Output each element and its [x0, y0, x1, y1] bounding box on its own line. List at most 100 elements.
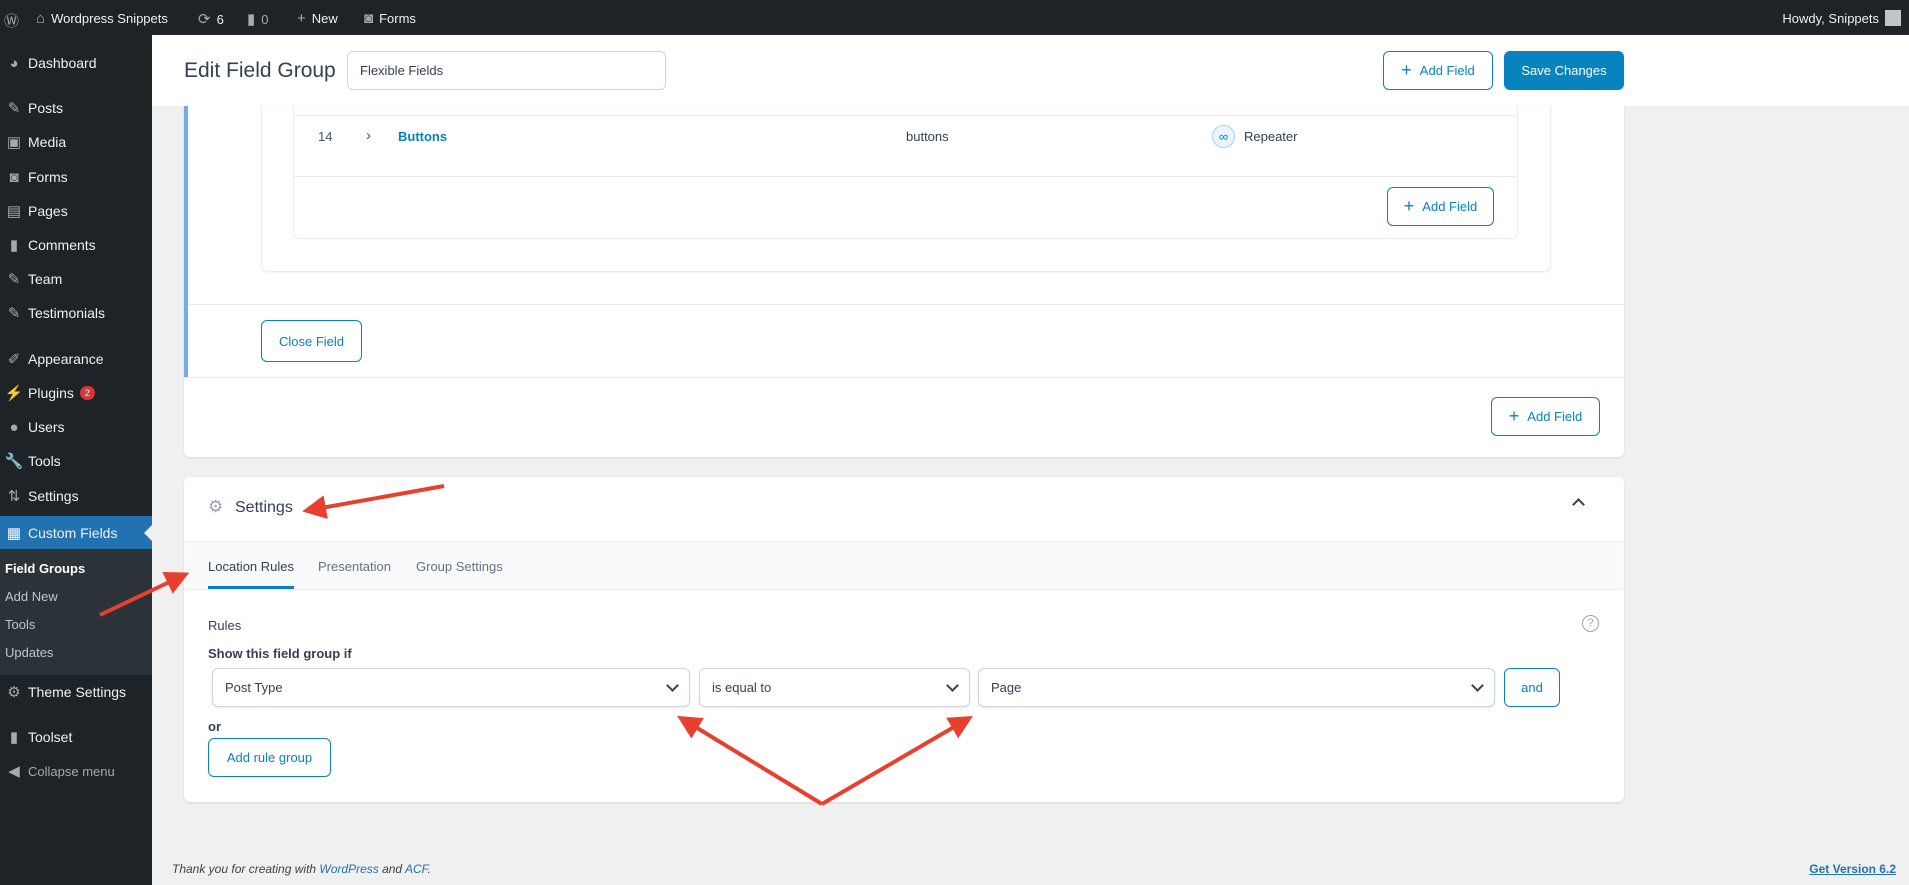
add-field-button-bottom[interactable]: + Add Field: [1491, 397, 1600, 436]
sidebar-item-theme-settings[interactable]: ⚙ Theme Settings: [0, 677, 152, 707]
forms-icon: ◙: [364, 10, 374, 27]
sidebar-item-media[interactable]: ▣ Media: [0, 127, 152, 157]
sidebar-item-collapse-menu[interactable]: ◀ Collapse menu: [0, 756, 152, 786]
rule-value-select[interactable]: Page: [978, 668, 1495, 707]
add-rule-group-button[interactable]: Add rule group: [208, 738, 331, 777]
rule-param-value: Post Type: [225, 680, 283, 695]
brush-icon: ✐: [7, 351, 21, 368]
tab-group-settings[interactable]: Group Settings: [416, 559, 503, 574]
sidebar-item-posts[interactable]: ✎ Posts: [0, 93, 152, 123]
updates-link[interactable]: ⟳ 6: [198, 10, 224, 28]
forms-link[interactable]: ◙ Forms: [364, 10, 416, 27]
rule-operator-select[interactable]: is equal to: [699, 668, 970, 707]
sidebar-item-users[interactable]: ● Users: [0, 412, 152, 442]
plus-icon: +: [1401, 60, 1412, 80]
sidebar-item-toolset[interactable]: ▮ Toolset: [0, 722, 152, 752]
field-label-link[interactable]: Buttons: [398, 129, 447, 144]
footer-text: .: [427, 862, 431, 876]
sidebar-item-label: Collapse menu: [28, 763, 115, 779]
sidebar-item-plugins[interactable]: ⚡ Plugins 2: [0, 378, 152, 408]
plugin-icon: ⚡: [4, 385, 24, 402]
settings-title: Settings: [235, 499, 293, 516]
sidebar-item-comments[interactable]: ▮ Comments: [0, 230, 152, 260]
sidebar-item-label: Media: [28, 134, 67, 150]
rule-operator-value: is equal to: [712, 680, 772, 695]
table-icon: ▦: [6, 524, 22, 542]
avatar: [1885, 10, 1901, 26]
wordpress-logo-icon[interactable]: Ⓦ: [4, 10, 19, 31]
comments-link[interactable]: ▮ 0: [247, 10, 269, 28]
comment-icon: ▮: [9, 237, 19, 254]
sidebar-item-team[interactable]: ✎ Team: [0, 264, 152, 294]
chevron-down-icon: [1471, 678, 1484, 692]
sub-fields-table: [293, 106, 1518, 239]
sidebar-item-label: Pages: [28, 203, 68, 219]
sidebar-item-label: Theme Settings: [28, 684, 127, 700]
pages-icon: ▤: [6, 203, 22, 220]
tab-location-rules[interactable]: Location Rules: [208, 559, 294, 574]
open-field-indicator: [184, 106, 188, 378]
help-icon[interactable]: ?: [1582, 615, 1599, 632]
or-label: or: [208, 719, 221, 734]
submenu-item[interactable]: Tools: [5, 617, 35, 632]
save-changes-button[interactable]: Save Changes: [1504, 51, 1624, 90]
sidebar-item-label: Plugins: [28, 385, 74, 401]
sidebar-item-settings[interactable]: ⇅ Settings: [0, 481, 152, 511]
updates-icon: ⟳: [198, 11, 211, 28]
field-group-title-input[interactable]: Flexible Fields: [347, 51, 666, 90]
get-version-link[interactable]: Get Version 6.2: [1809, 862, 1896, 876]
rule-param-select[interactable]: Post Type: [212, 668, 690, 707]
rule-value-value: Page: [991, 680, 1022, 695]
and-rule-button[interactable]: and: [1504, 668, 1560, 707]
divider: [188, 304, 1624, 305]
pin-icon: ✎: [7, 100, 21, 117]
toolset-icon: ▮: [9, 729, 19, 746]
field-order: 14: [318, 129, 333, 144]
field-name: buttons: [906, 129, 949, 144]
divider: [184, 377, 1624, 378]
media-icon: ▣: [6, 134, 22, 151]
gear-icon: ⚙: [208, 497, 224, 516]
sidebar-item-label: Testimonials: [28, 305, 106, 321]
comment-icon: ▮: [247, 11, 256, 28]
submenu-item[interactable]: Updates: [5, 645, 53, 660]
chevron-right-icon[interactable]: ›: [366, 127, 371, 144]
sidebar-item-appearance[interactable]: ✐ Appearance: [0, 344, 152, 374]
sidebar-item-pages[interactable]: ▤ Pages: [0, 196, 152, 226]
add-field-button[interactable]: + Add Field: [1383, 51, 1493, 90]
new-link[interactable]: + New: [297, 10, 338, 27]
tab-presentation[interactable]: Presentation: [318, 559, 391, 574]
sidebar-item-testimonials[interactable]: ✎ Testimonials: [0, 298, 152, 328]
site-name-link[interactable]: ⌂ Wordpress Snippets: [36, 10, 168, 27]
comments-count: 0: [261, 11, 269, 27]
sidebar-item-label: Custom Fields: [28, 524, 118, 541]
footer-thanks: Thank you for creating with WordPress an…: [172, 862, 431, 876]
my-account[interactable]: Howdy, Snippets: [1782, 10, 1901, 26]
sidebar-item-forms[interactable]: ◙ Forms: [0, 162, 152, 192]
submenu-item[interactable]: Add New: [5, 589, 58, 604]
sidebar-item-label: Toolset: [28, 729, 73, 745]
add-sub-field-button[interactable]: + Add Field: [1387, 187, 1494, 226]
page-title: Edit Field Group: [184, 59, 336, 82]
sidebar-item-tools[interactable]: 🔧 Tools: [0, 446, 152, 476]
forms-label: Forms: [379, 11, 416, 26]
close-field-button[interactable]: Close Field: [261, 320, 362, 362]
admin-bar: Ⓦ ⌂ Wordpress Snippets ⟳ 6 ▮ 0 + New ◙ Forms …: [0, 0, 1909, 35]
pin-icon: ✎: [7, 271, 21, 288]
update-badge: 2: [79, 386, 95, 400]
sidebar-item-label: Settings: [28, 488, 79, 504]
sidebar-item-dashboard[interactable]: ◕ Dashboard: [0, 48, 152, 78]
chevron-down-icon: [666, 678, 679, 692]
add-field-label: Add Field: [1527, 409, 1583, 424]
footer-text: and: [378, 862, 405, 876]
settings-panel: [184, 477, 1624, 802]
acf-link[interactable]: ACF: [405, 862, 427, 876]
sidebar-item-label: Dashboard: [28, 55, 97, 71]
sidebar-item-label: Posts: [28, 100, 64, 116]
sidebar-item-custom-fields[interactable]: ▦ Custom Fields: [0, 516, 152, 549]
wrench-icon: 🔧: [4, 453, 24, 470]
settings-icon: ⇅: [7, 488, 21, 505]
divider: [294, 115, 1517, 116]
submenu-item[interactable]: Field Groups: [5, 561, 85, 576]
wordpress-link[interactable]: WordPress: [319, 862, 378, 876]
